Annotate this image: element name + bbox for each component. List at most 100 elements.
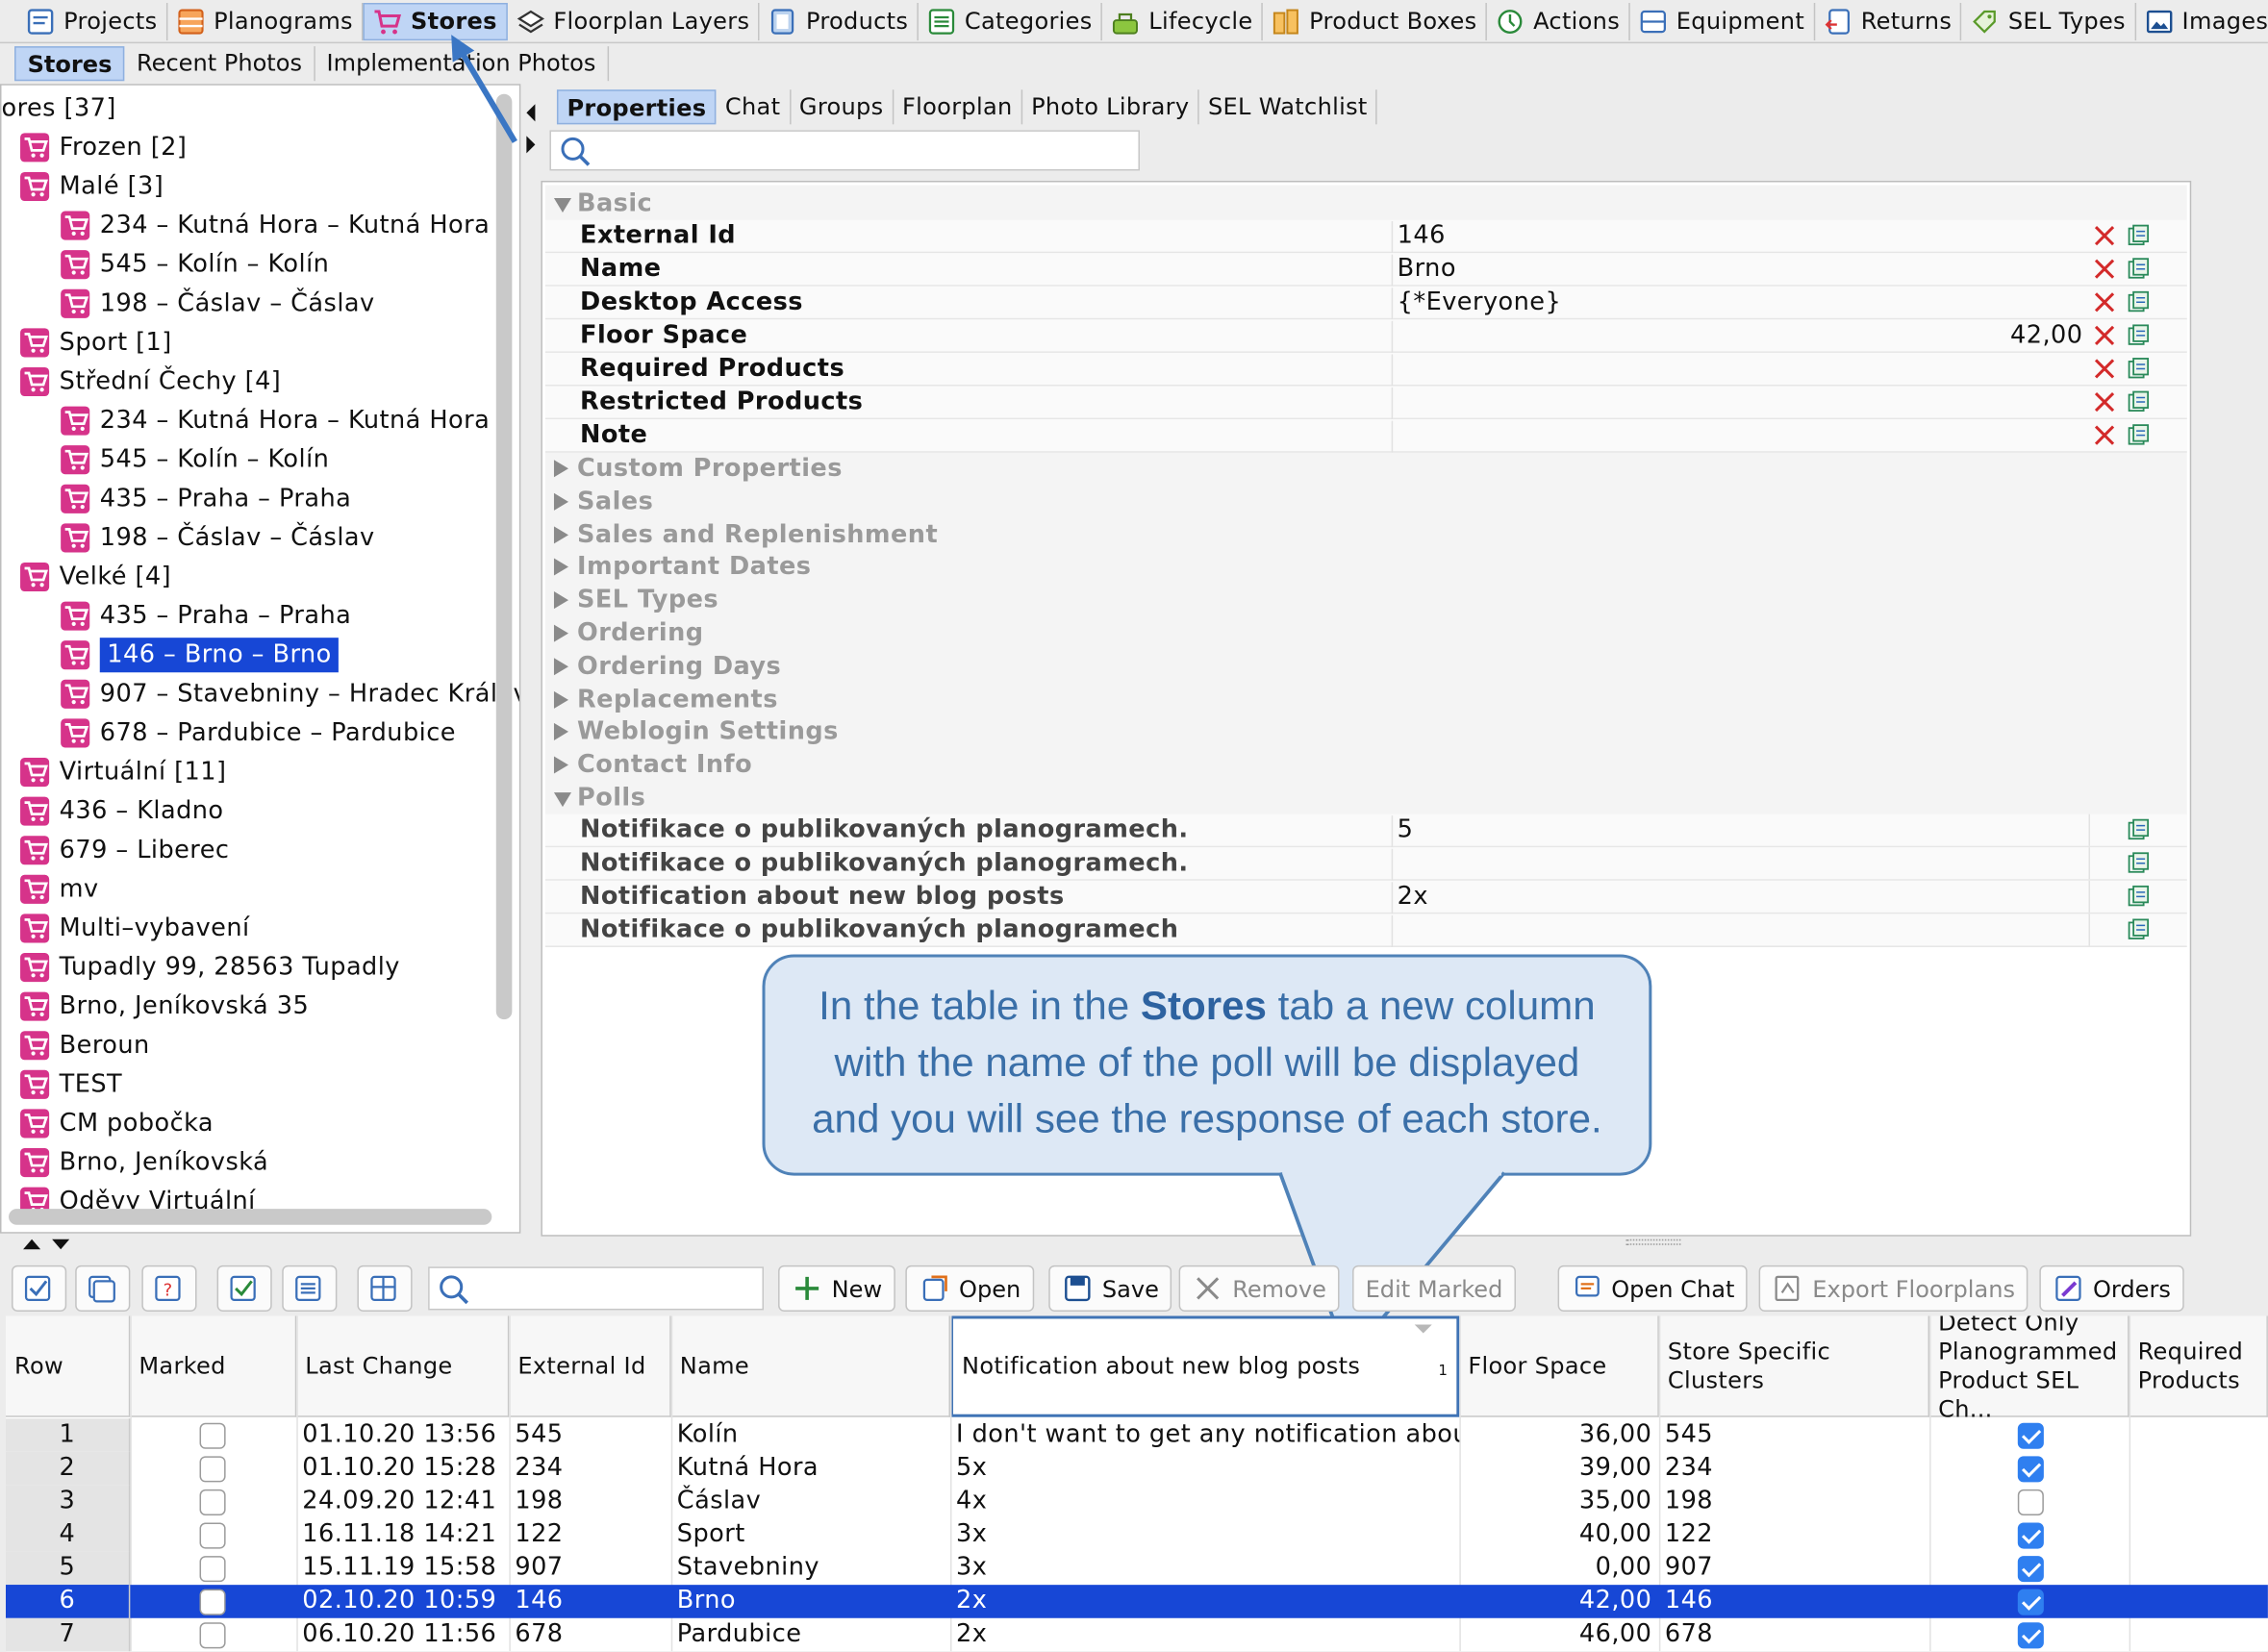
copy-icon[interactable] — [2128, 357, 2150, 379]
tab-actions[interactable]: Actions — [1487, 2, 1630, 40]
table-row[interactable]: 4 16.11.18 14:21 122 Sport 3x 40,00 122 — [6, 1517, 2268, 1552]
tab-sel-watchlist[interactable]: SEL Watchlist — [1199, 89, 1378, 125]
property-row[interactable]: Restricted Products — [544, 386, 2187, 420]
table-search-input[interactable] — [428, 1266, 765, 1311]
tree-item[interactable]: 436 – Kladno — [19, 791, 224, 831]
copy-icon[interactable] — [2128, 290, 2150, 313]
splitter-arrows-icon[interactable] — [20, 1235, 72, 1252]
expand-triangle-icon[interactable] — [553, 591, 568, 610]
section-collapsed[interactable]: Custom Properties — [545, 453, 2187, 487]
expand-triangle-icon[interactable] — [553, 492, 568, 511]
collapse-triangle-icon[interactable] — [553, 792, 572, 808]
property-row[interactable]: Note — [544, 419, 2187, 453]
properties-search-input[interactable] — [549, 130, 1140, 171]
column-header[interactable]: Floor Space — [1459, 1315, 1659, 1417]
section-basic[interactable]: Basic — [545, 188, 2187, 221]
tab-equipment[interactable]: Equipment — [1630, 2, 1815, 40]
property-row[interactable]: External Id 146 — [544, 219, 2187, 254]
property-row[interactable]: Required Products — [544, 352, 2187, 387]
open-chat-button[interactable]: Open Chat — [1557, 1264, 1748, 1312]
section-collapsed[interactable]: Sales — [545, 486, 2187, 519]
copy-icon[interactable] — [2128, 258, 2150, 280]
marked-checkbox[interactable] — [199, 1489, 226, 1515]
export-floorplans-button[interactable]: Export Floorplans — [1758, 1264, 2029, 1312]
clear-icon[interactable] — [2093, 290, 2116, 313]
poll-row[interactable]: Notifikace o publikovaných planogramech. — [544, 847, 2187, 881]
clear-icon[interactable] — [2093, 357, 2116, 380]
section-collapsed[interactable]: Weblogin Settings — [545, 716, 2187, 750]
column-header[interactable]: Store Specific Clusters — [1658, 1315, 1930, 1417]
column-header[interactable]: Row — [6, 1315, 131, 1417]
column-header[interactable]: Last Change — [296, 1315, 510, 1417]
expand-triangle-icon[interactable] — [553, 624, 568, 642]
tree-item[interactable]: Střední Čechy [4] — [19, 362, 282, 401]
copy-icon[interactable] — [2128, 818, 2150, 840]
collapse-triangle-icon[interactable] — [553, 198, 572, 213]
property-value[interactable]: {*Everyone} — [1391, 288, 2089, 320]
subtab-recent-photos[interactable]: Recent Photos — [125, 46, 315, 82]
invert-marks-button[interactable]: ? — [141, 1264, 197, 1312]
tree-vertical-scrollbar[interactable] — [495, 93, 513, 1020]
tree-item[interactable]: mv — [19, 869, 99, 909]
tree-item[interactable]: 679 – Liberec — [19, 830, 230, 869]
tree-item[interactable]: Beroun — [19, 1025, 150, 1064]
tab-lifecycle[interactable]: Lifecycle — [1102, 2, 1264, 40]
tree-item[interactable]: Velké [4] — [19, 557, 171, 596]
detect-only-checkbox[interactable] — [2017, 1556, 2044, 1583]
column-header[interactable]: Notification about new blog posts 1 — [949, 1315, 1460, 1417]
copy-icon[interactable] — [2128, 885, 2150, 907]
property-row[interactable]: Floor Space 42,00 — [544, 319, 2187, 353]
save-button[interactable]: Save — [1048, 1264, 1172, 1312]
splitter-arrows-icon[interactable] — [523, 101, 538, 159]
clear-icon[interactable] — [2093, 390, 2116, 413]
tree-item[interactable]: Frozen [2] — [19, 127, 188, 166]
tab-sel-types[interactable]: SEL Types — [1962, 2, 2136, 40]
tab-properties[interactable]: Properties — [556, 89, 717, 125]
splitter-handle[interactable] — [1625, 1239, 1681, 1245]
expand-triangle-icon[interactable] — [553, 690, 568, 709]
tab-floorplan[interactable]: Floorplan — [894, 89, 1023, 125]
copy-icon[interactable] — [2128, 224, 2150, 246]
tree-item[interactable]: Malé [3] — [19, 166, 164, 206]
expand-triangle-icon[interactable] — [553, 756, 568, 774]
detect-only-checkbox[interactable] — [2017, 1622, 2044, 1649]
column-header[interactable]: Detect Only Planogrammed Product SEL Ch.… — [1929, 1315, 2129, 1422]
section-collapsed[interactable]: Contact Info — [545, 749, 2187, 783]
tree-item[interactable]: Brno, Jeníkovská — [19, 1142, 269, 1182]
section-polls[interactable]: Polls — [545, 783, 2187, 816]
copy-icon[interactable] — [2128, 424, 2150, 446]
copy-icon[interactable] — [2128, 852, 2150, 874]
unmark-all-button[interactable] — [75, 1264, 131, 1312]
poll-value[interactable]: 2x — [1391, 882, 2086, 914]
table-row[interactable]: 1 01.10.20 13:56 545 Kolín I don't want to g… — [6, 1418, 2268, 1452]
section-collapsed[interactable]: Replacements — [545, 684, 2187, 717]
property-row[interactable]: Desktop Access {*Everyone} — [544, 286, 2187, 320]
detect-only-checkbox[interactable] — [2017, 1422, 2044, 1449]
tree-item[interactable]: Sport [1] — [19, 322, 172, 362]
tree-item[interactable]: 545 – Kolín – Kolín — [60, 439, 330, 479]
poll-value[interactable] — [1391, 914, 2086, 947]
tree-item[interactable]: 545 – Kolín – Kolín — [60, 244, 330, 284]
column-header[interactable]: Required Products — [2129, 1315, 2268, 1417]
marked-checkbox[interactable] — [199, 1622, 226, 1649]
column-header[interactable]: Marked — [130, 1315, 297, 1417]
tree-item[interactable]: 198 – Čáslav – Čáslav — [60, 517, 375, 557]
marked-checkbox[interactable] — [199, 1589, 226, 1615]
marked-checkbox[interactable] — [199, 1522, 226, 1549]
tree-item[interactable]: Multi–vybavení — [19, 908, 250, 947]
tab-categories[interactable]: Categories — [919, 2, 1103, 40]
poll-value[interactable]: 5 — [1391, 815, 2086, 848]
poll-row[interactable]: Notification about new blog posts 2x — [544, 880, 2187, 914]
stores-table[interactable]: Row Marked Last Change External Id Name Notif… — [6, 1315, 2268, 1652]
tab-stores[interactable]: Stores — [363, 2, 508, 40]
marked-checkbox[interactable] — [199, 1556, 226, 1583]
tab-photo-library[interactable]: Photo Library — [1022, 89, 1199, 125]
section-collapsed[interactable]: Ordering — [545, 617, 2187, 651]
poll-value[interactable] — [1391, 848, 2086, 881]
table-row[interactable]: 5 15.11.19 15:58 907 Stavebniny 3x 0,00 907 — [6, 1551, 2268, 1586]
property-row[interactable]: Name Brno — [544, 253, 2187, 287]
property-value[interactable]: 42,00 — [1391, 320, 2089, 353]
tree-item[interactable]: 146 – Brno – Brno — [60, 635, 340, 674]
property-value[interactable]: 146 — [1391, 221, 2089, 254]
clear-icon[interactable] — [2093, 224, 2116, 247]
